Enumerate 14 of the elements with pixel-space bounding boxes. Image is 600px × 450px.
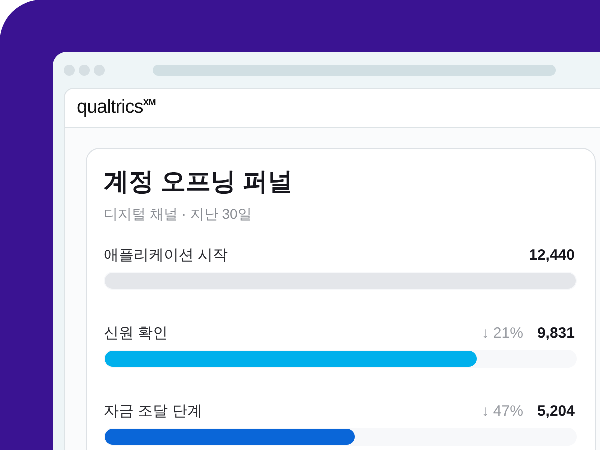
step-value: 12,440 — [529, 247, 575, 264]
step-label: 신원 확인 — [104, 324, 168, 343]
window-dot-icon — [94, 64, 105, 76]
card-subtitle: 디지털 채널 · 지난 30일 — [104, 206, 253, 224]
step-value: 5,204 — [537, 403, 575, 420]
card-title: 계정 오프닝 퍼널 — [104, 167, 294, 198]
step-label: 애플리케이션 시작 — [104, 246, 228, 265]
step-value: 9,831 — [537, 325, 575, 342]
drop-rate: ↓ 21% — [482, 325, 524, 342]
window-dot-icon — [64, 64, 75, 76]
window-dot-icon — [79, 64, 90, 76]
step-label: 자금 조달 단계 — [104, 402, 202, 421]
logo: qualtrics$^{XM}$ — [77, 97, 156, 119]
drop-rate: ↓ 47% — [482, 403, 524, 420]
